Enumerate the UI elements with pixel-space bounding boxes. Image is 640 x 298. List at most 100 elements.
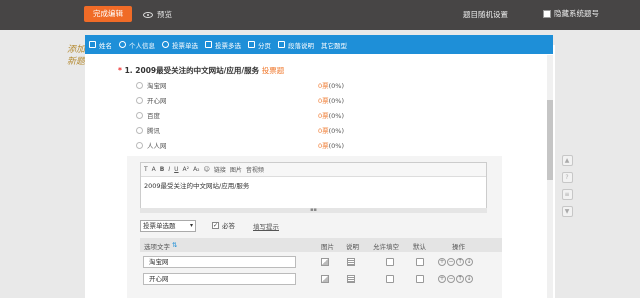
col-option-text: 选项文字 — [144, 243, 170, 251]
tool-single-vote[interactable]: 投票单选 — [162, 40, 198, 50]
question-type-tag: 投票题 — [261, 66, 285, 75]
side-tools: ▲ ? ≡ ▼ — [560, 155, 574, 217]
option-label: 开心网 — [147, 97, 167, 105]
editor-content[interactable]: 2009最受关注的中文网站/应用/服务 — [141, 177, 486, 193]
resize-handle[interactable]: ▪▪ — [140, 208, 487, 213]
hide-number-checkbox[interactable] — [543, 9, 551, 18]
random-settings-link[interactable]: 题目随机设置 — [463, 9, 508, 20]
scroll-top-icon[interactable]: ▲ — [561, 155, 573, 166]
sort-icon[interactable]: ⇅ — [172, 241, 177, 249]
vote-count: 0票(0%) — [318, 97, 345, 105]
scrollbar-thumb[interactable] — [547, 100, 553, 180]
move-down-icon[interactable]: ↓ — [465, 258, 473, 266]
tool-other-types[interactable]: 其它题型 — [321, 40, 347, 50]
eye-icon — [143, 11, 153, 18]
tool-name[interactable]: 姓名 — [89, 40, 112, 50]
radio-icon[interactable] — [136, 96, 143, 104]
remove-icon[interactable]: − — [447, 275, 455, 283]
move-up-icon[interactable]: ↑ — [456, 258, 464, 266]
required-label: 必答 — [222, 222, 235, 230]
rich-text-editor[interactable]: T A B I U A² A₂ ☺ 链接 图片 音视频 2009最受关注的中文网… — [140, 162, 487, 210]
tool-label: 个人信息 — [129, 41, 155, 50]
option-label: 人人网 — [147, 142, 167, 150]
col-image: 图片 — [321, 243, 334, 251]
default-checkbox[interactable] — [416, 275, 424, 283]
vote-count: 0票(0%) — [318, 112, 345, 120]
hide-number-toggle[interactable]: 隐藏系统题号 — [543, 8, 599, 19]
font-color-icon[interactable]: A — [152, 166, 156, 173]
row-ops: + − ↑ ↓ — [438, 258, 473, 266]
move-up-icon[interactable]: ↑ — [456, 275, 464, 283]
col-default: 默认 — [413, 243, 426, 251]
required-mark: * — [118, 66, 122, 75]
tool-label: 分页 — [258, 41, 271, 50]
allow-fill-checkbox[interactable] — [386, 258, 394, 266]
row-ops: + − ↑ ↓ — [438, 275, 473, 283]
option-row[interactable]: 腾讯 — [136, 125, 160, 135]
checkbox-icon — [205, 41, 212, 48]
emoji-icon[interactable]: ☺ — [204, 166, 210, 173]
radio-icon — [162, 41, 169, 48]
radio-icon[interactable] — [136, 111, 143, 119]
option-label: 腾讯 — [147, 127, 160, 135]
description-icon[interactable] — [347, 258, 355, 266]
option-label: 淘宝网 — [147, 82, 167, 90]
allow-fill-checkbox[interactable] — [386, 275, 394, 283]
vote-count: 0票(0%) — [318, 142, 345, 150]
subscript-icon[interactable]: A₂ — [193, 166, 200, 173]
media-button[interactable]: 音视频 — [246, 165, 264, 174]
fill-tip-link[interactable]: 填写提示 — [253, 221, 279, 231]
options-table-header: 选项文字 ⇅ 图片 说明 允许填空 默认 操作 — [140, 238, 502, 252]
image-icon[interactable] — [321, 275, 329, 283]
add-icon[interactable]: + — [438, 258, 446, 266]
description-icon[interactable] — [347, 275, 355, 283]
tool-multi-vote[interactable]: 投票多选 — [205, 40, 241, 50]
tool-label: 投票多选 — [215, 41, 241, 50]
editor-toolbar: T A B I U A² A₂ ☺ 链接 图片 音视频 — [141, 163, 486, 177]
radio-icon[interactable] — [136, 141, 143, 149]
italic-icon[interactable]: I — [168, 166, 170, 173]
question-type-select[interactable]: 投票单选题 — [140, 220, 196, 232]
option-row[interactable]: 百度 — [136, 110, 160, 120]
image-icon[interactable] — [321, 258, 329, 266]
radio-icon[interactable] — [136, 126, 143, 134]
tool-label: 姓名 — [99, 41, 112, 50]
image-button[interactable]: 图片 — [230, 165, 242, 174]
question-text: 2009最受关注的中文网站/应用/服务 — [135, 66, 260, 75]
scroll-bottom-icon[interactable]: ▼ — [561, 206, 573, 217]
tool-paragraph[interactable]: 段落说明 — [278, 40, 314, 50]
preview-label: 预览 — [157, 10, 172, 19]
tool-label: 投票单选 — [172, 41, 198, 50]
remove-icon[interactable]: − — [447, 258, 455, 266]
required-toggle[interactable]: ✓ 必答 — [212, 220, 235, 230]
bold-icon[interactable]: B — [160, 166, 165, 173]
option-text-input[interactable]: 淘宝网 — [143, 256, 296, 268]
table-row: 开心网 + − ↑ ↓ — [140, 271, 502, 286]
option-row[interactable]: 开心网 — [136, 95, 167, 105]
done-editing-button[interactable]: 完成编辑 — [84, 6, 132, 22]
paragraph-icon — [278, 41, 285, 48]
tool-label: 段落说明 — [288, 41, 314, 50]
radio-icon[interactable] — [136, 81, 143, 89]
preview-button[interactable]: 预览 — [143, 9, 172, 20]
option-row[interactable]: 淘宝网 — [136, 80, 167, 90]
link-button[interactable]: 链接 — [214, 165, 226, 174]
tool-personal-info[interactable]: 个人信息 — [119, 40, 155, 50]
required-checkbox[interactable]: ✓ — [212, 221, 219, 229]
message-icon[interactable]: ≡ — [561, 189, 573, 200]
move-down-icon[interactable]: ↓ — [465, 275, 473, 283]
option-text-input[interactable]: 开心网 — [143, 273, 296, 285]
underline-icon[interactable]: U — [174, 166, 178, 173]
option-row[interactable]: 人人网 — [136, 140, 167, 150]
default-checkbox[interactable] — [416, 258, 424, 266]
help-icon[interactable]: ? — [561, 172, 573, 183]
text-format-icon[interactable]: T — [144, 166, 148, 173]
tool-page-break[interactable]: 分页 — [248, 40, 271, 50]
question-title[interactable]: * 1. 2009最受关注的中文网站/应用/服务 投票题 — [118, 65, 284, 76]
vote-count: 0票(0%) — [318, 127, 345, 135]
superscript-icon[interactable]: A² — [183, 166, 190, 173]
top-bar: 完成编辑 预览 题目随机设置 隐藏系统题号 — [0, 0, 640, 30]
option-label: 百度 — [147, 112, 160, 120]
page-break-icon — [248, 41, 255, 48]
add-icon[interactable]: + — [438, 275, 446, 283]
